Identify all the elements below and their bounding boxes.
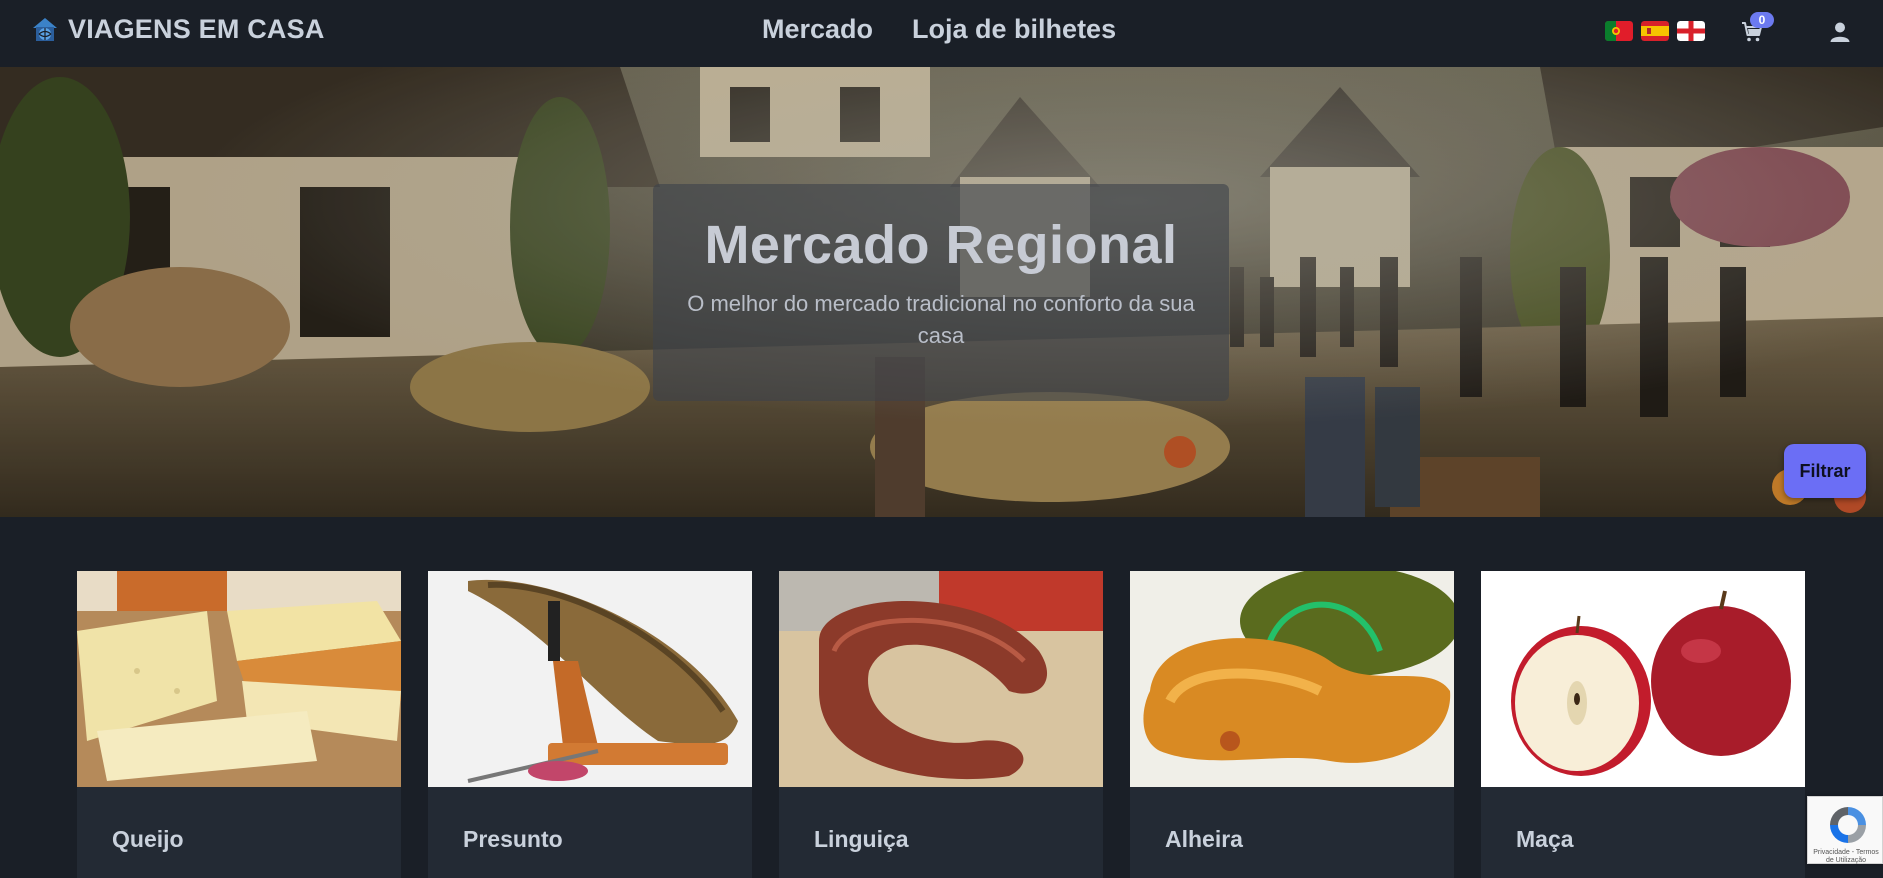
hero-text-box: Mercado Regional O melhor do mercado tra… — [653, 184, 1229, 401]
product-card-queijo[interactable]: Queijo — [77, 571, 401, 878]
apple-image — [1481, 571, 1805, 787]
filter-button[interactable]: Filtrar — [1784, 444, 1866, 498]
product-card-maca[interactable]: Maça — [1481, 571, 1805, 878]
user-icon[interactable] — [1828, 20, 1852, 44]
hero-subtitle: O melhor do mercado tradicional no confo… — [687, 291, 1195, 348]
product-name: Presunto — [463, 826, 563, 852]
language-selector — [1605, 21, 1705, 41]
recaptcha-badge[interactable]: Privacidade - Termos de Utilização — [1807, 796, 1883, 864]
brand-home-link[interactable]: VIAGENS EM CASA — [30, 14, 325, 45]
product-card-presunto[interactable]: Presunto — [428, 571, 752, 878]
globe-house-logo-icon — [33, 17, 57, 41]
sausage-image — [779, 571, 1103, 787]
product-name: Queijo — [112, 826, 184, 852]
top-navbar: VIAGENS EM CASA Mercado Loja de bilhetes… — [0, 0, 1883, 67]
cheese-image — [77, 571, 401, 787]
alheira-image — [1130, 571, 1454, 787]
recaptcha-links[interactable]: Privacidade - Termos de Utilização — [1810, 849, 1882, 865]
pt-flag-icon[interactable] — [1605, 21, 1633, 41]
hero-banner: Mercado Regional O melhor do mercado tra… — [0, 67, 1883, 517]
product-card-linguica[interactable]: Linguiça — [779, 571, 1103, 878]
product-grid: Queijo Presunto Linguiça Alheira Maça — [77, 571, 1805, 878]
en-flag-icon[interactable] — [1677, 21, 1705, 41]
brand-name: VIAGENS EM CASA — [68, 14, 325, 44]
product-name: Alheira — [1165, 826, 1243, 852]
product-card-alheira[interactable]: Alheira — [1130, 571, 1454, 878]
nav-link-loja-bilhetes[interactable]: Loja de bilhetes — [912, 14, 1116, 45]
recaptcha-icon — [1830, 807, 1866, 843]
es-flag-icon[interactable] — [1641, 21, 1669, 41]
product-name: Linguiça — [814, 826, 909, 852]
main-nav: Mercado Loja de bilhetes — [762, 14, 1116, 45]
product-name: Maça — [1516, 826, 1574, 852]
cart-count-badge: 0 — [1750, 12, 1774, 28]
hero-title: Mercado Regional — [704, 215, 1178, 275]
ham-image — [428, 571, 752, 787]
nav-link-mercado[interactable]: Mercado — [762, 14, 873, 45]
